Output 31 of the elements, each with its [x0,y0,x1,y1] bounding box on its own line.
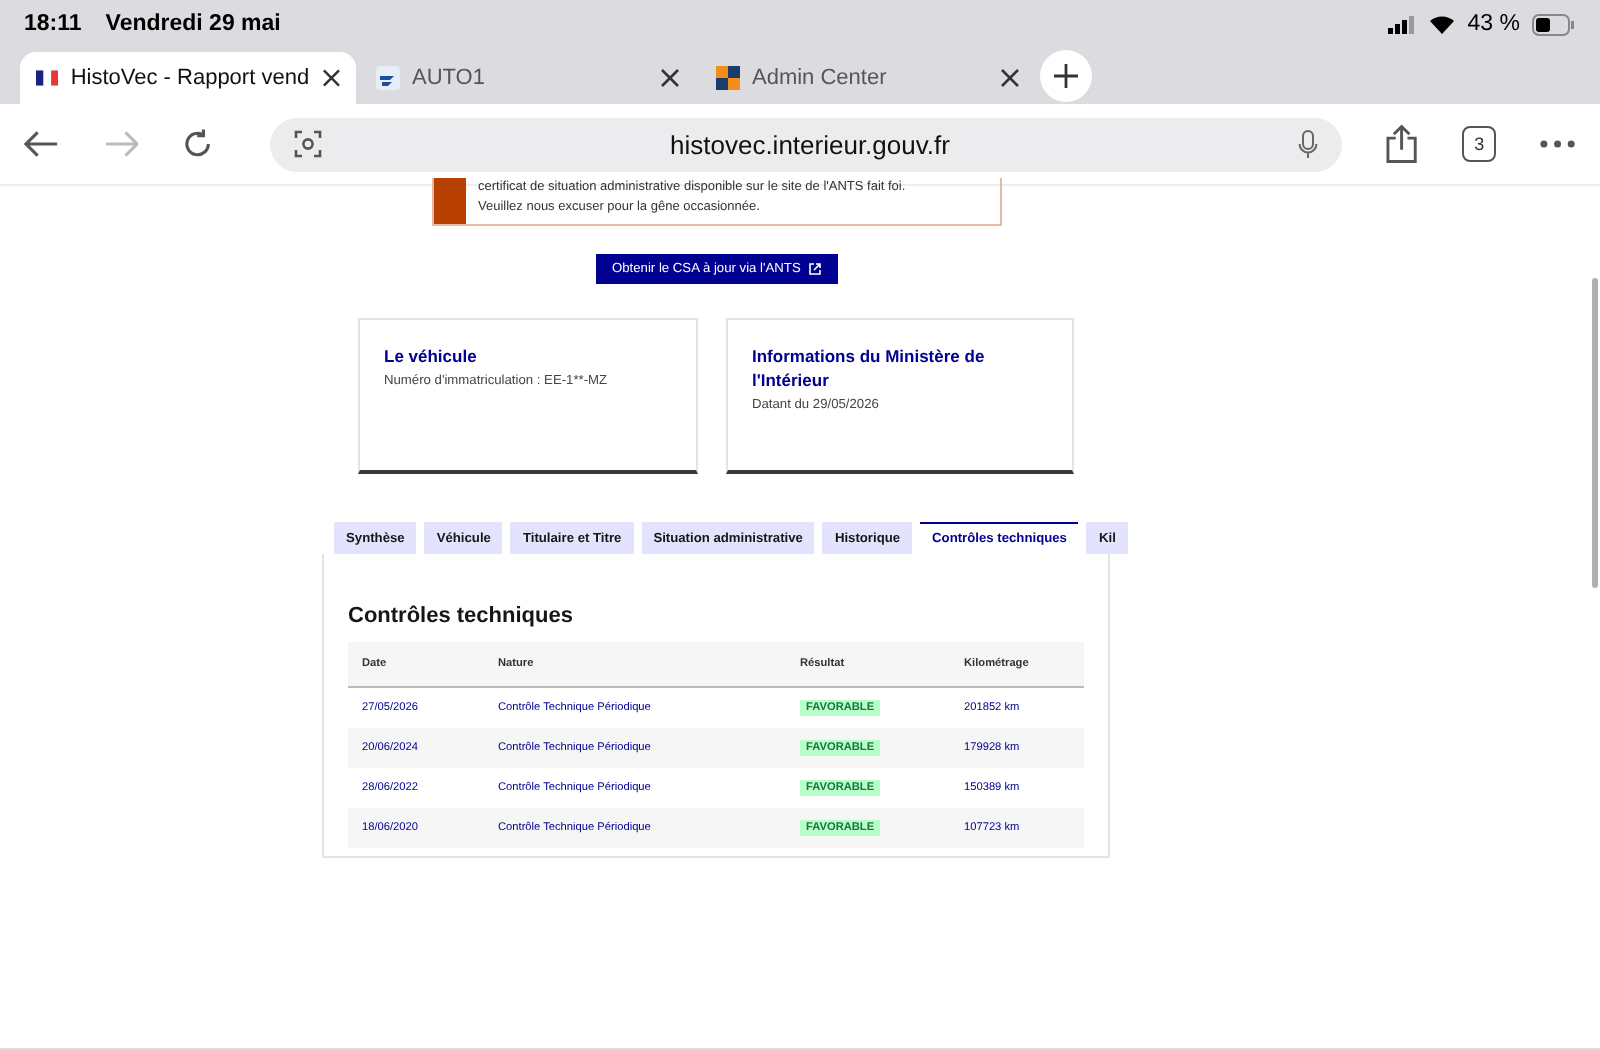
card-title: Informations du Ministère de l'Intérieur [752,344,987,392]
plus-icon[interactable] [1054,64,1078,88]
squares-icon [716,66,740,90]
signal-icon [1387,15,1416,33]
share-icon[interactable] [1386,124,1418,164]
browser-tab[interactable]: Admin Center [700,52,1036,104]
tab-count-button[interactable]: 3 [1461,126,1497,162]
battery-percent: 43 % [1467,12,1520,36]
alert-stripe [434,178,466,224]
wifi-icon [1427,14,1456,34]
reload-icon[interactable] [182,128,214,160]
new-tab-button[interactable] [1040,50,1092,102]
logo-icon [376,66,400,90]
clock: 18:11 [24,12,82,36]
close-icon[interactable] [321,68,340,88]
camera-scan-icon[interactable] [293,130,322,158]
back-icon[interactable] [24,130,60,158]
flag-icon [36,70,59,86]
battery-icon [1532,13,1576,35]
browser-tab[interactable]: AUTO1 [360,52,696,104]
scrollbar[interactable] [1592,278,1598,588]
section-title: Contrôles techniques [348,604,575,628]
browser-tab[interactable]: HistoVec - Rapport vend [20,52,356,104]
close-icon[interactable] [1000,68,1020,88]
external-link-icon [808,262,823,276]
date: Vendredi 29 mai [105,12,281,36]
address-field[interactable]: histovec.interieur.gouv.fr [269,117,1343,171]
close-icon[interactable] [660,68,680,88]
microphone-icon[interactable] [1298,129,1319,159]
card-title: Le véhicule [384,344,479,368]
more-icon[interactable] [1540,140,1577,148]
